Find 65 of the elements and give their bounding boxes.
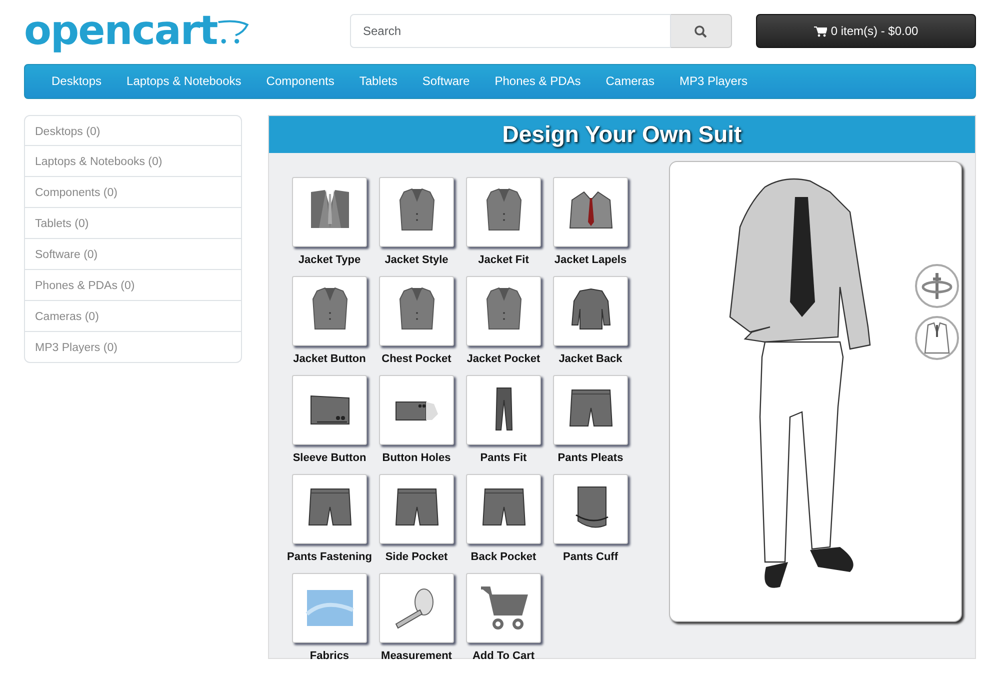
option-label: Jacket Back [558, 353, 622, 365]
option-tile[interactable] [553, 474, 628, 544]
menu-link[interactable]: Phones & PDAs [482, 65, 594, 98]
option-label: Side Pocket [385, 551, 448, 563]
menu-link[interactable]: MP3 Players [666, 65, 760, 98]
menu-link[interactable]: Tablets [346, 65, 410, 98]
category-link[interactable]: Cameras (0) [24, 301, 242, 332]
option-label: Jacket Style [384, 254, 448, 266]
category-link[interactable]: Phones & PDAs (0) [24, 270, 242, 301]
page-title: Design Your Own Suit [269, 116, 975, 153]
menu-link[interactable]: Cameras [593, 65, 667, 98]
option-tile[interactable] [466, 276, 541, 346]
option-label: Button Holes [382, 452, 451, 464]
menu-link[interactable]: Laptops & Notebooks [114, 65, 254, 98]
option-tile[interactable] [466, 375, 541, 445]
option-label: Add To Cart [472, 650, 535, 662]
logo-text[interactable]: opencart [24, 11, 218, 51]
rotate-view-button[interactable] [915, 264, 959, 308]
category-link[interactable]: Desktops (0) [24, 115, 242, 146]
option-tile[interactable] [466, 177, 541, 247]
option-tile[interactable] [553, 375, 628, 445]
option-tile[interactable] [292, 474, 367, 544]
cart-button[interactable]: 0 item(s) - $0.00 [756, 14, 976, 48]
option-label: Chest Pocket [382, 353, 452, 365]
jacket-view-button[interactable] [915, 316, 959, 360]
category-link[interactable]: Components (0) [24, 177, 242, 208]
option-label: Sleeve Button [292, 452, 366, 464]
option-tile[interactable] [379, 276, 454, 346]
option-label: Pants Cuff [563, 551, 618, 563]
option-tile[interactable] [292, 573, 367, 643]
option-tile[interactable] [466, 474, 541, 544]
option-label: Fabrics [310, 650, 350, 662]
search-field[interactable]: Search [350, 14, 671, 48]
option-tile[interactable] [292, 177, 367, 247]
option-label: Jacket Button [293, 353, 366, 365]
menu-link[interactable]: Components [254, 65, 347, 98]
cart-icon [814, 26, 827, 36]
option-tile[interactable] [379, 573, 454, 643]
option-tile[interactable] [292, 276, 367, 346]
option-tile[interactable] [553, 276, 628, 346]
menu-link[interactable]: Software [410, 65, 482, 98]
category-link[interactable]: Laptops & Notebooks (0) [24, 146, 242, 177]
option-label: Pants Pleats [558, 452, 624, 464]
option-label: Jacket Type [298, 254, 361, 266]
option-tile[interactable] [379, 375, 454, 445]
option-label: Pants Fastening [287, 551, 372, 563]
category-link[interactable]: MP3 Players (0) [24, 332, 242, 363]
option-tile[interactable] [466, 573, 541, 643]
option-label: Jacket Pocket [466, 353, 540, 365]
category-link[interactable]: Tablets (0) [24, 208, 242, 239]
option-label: Jacket Fit [478, 254, 529, 266]
option-tile[interactable] [379, 474, 454, 544]
search-icon [694, 25, 708, 38]
option-label: Measurement [381, 650, 452, 662]
option-label: Back Pocket [470, 551, 536, 563]
shopping-cart-icon [478, 584, 528, 632]
option-label: Pants Fit [480, 452, 527, 464]
menu-link[interactable]: Desktops [39, 65, 114, 98]
category-link[interactable]: Software (0) [24, 239, 242, 270]
option-tile[interactable] [292, 375, 367, 445]
jacket-icon [922, 321, 952, 355]
option-tile[interactable] [553, 177, 628, 247]
search-button[interactable] [670, 14, 732, 48]
option-label: Jacket Lapels [554, 254, 627, 266]
option-tile[interactable] [379, 177, 454, 247]
